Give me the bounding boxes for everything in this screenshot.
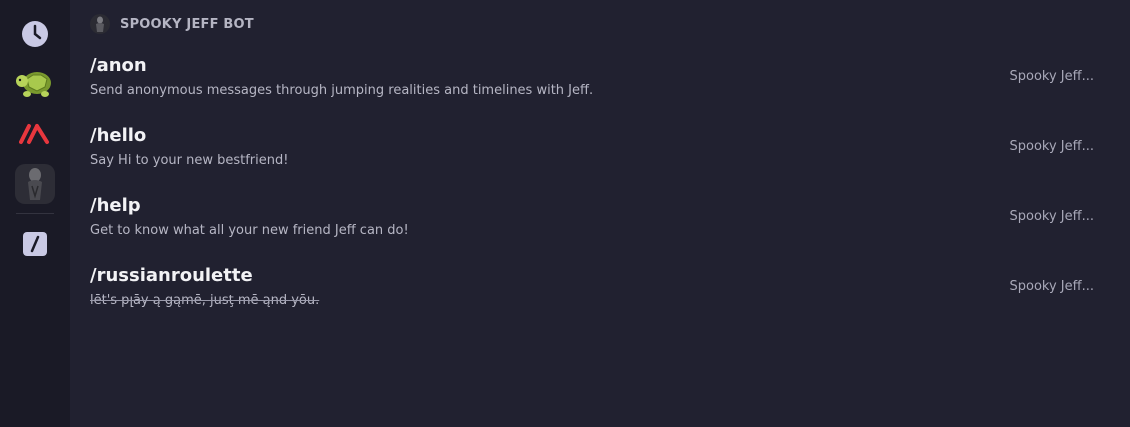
command-source: Spooky Jeff... xyxy=(1009,279,1095,294)
command-name: /russianroulette xyxy=(90,265,253,286)
command-description: Send anonymous messages through jumping … xyxy=(90,83,594,98)
app-rail xyxy=(0,0,70,427)
command-name: /help xyxy=(90,195,141,216)
command-name: /anon xyxy=(90,55,147,76)
slash-commands-icon[interactable] xyxy=(15,224,55,264)
command-row-russianroulette[interactable]: /russianroulette lēt's pլāy ą gąmē, jusţ… xyxy=(70,264,1130,334)
command-description: Get to know what all your new friend Jef… xyxy=(90,223,409,238)
command-name: /hello xyxy=(90,125,147,146)
turtle-app-icon[interactable] xyxy=(15,64,55,104)
command-source: Spooky Jeff... xyxy=(1009,69,1095,84)
recent-icon[interactable] xyxy=(15,14,55,54)
bot-avatar xyxy=(90,14,110,34)
spooky-jeff-app-icon[interactable] xyxy=(15,164,55,204)
command-source: Spooky Jeff... xyxy=(1009,139,1095,154)
command-list-panel: SPOOKY JEFF BOT /anon Send anonymous mes… xyxy=(70,0,1130,427)
section-title: SPOOKY JEFF BOT xyxy=(120,16,254,32)
command-row-help[interactable]: /help Get to know what all your new frie… xyxy=(70,194,1130,264)
command-row-anon[interactable]: /anon Send anonymous messages through ju… xyxy=(70,54,1130,124)
command-row-hello[interactable]: /hello Say Hi to your new bestfriend! Sp… xyxy=(70,124,1130,194)
section-header: SPOOKY JEFF BOT xyxy=(90,13,254,35)
rail-divider xyxy=(16,213,54,214)
command-source: Spooky Jeff... xyxy=(1009,209,1095,224)
command-description: lēt's pլāy ą gąmē, jusţ mē ąnd yōu. xyxy=(90,293,320,308)
command-picker: SPOOKY JEFF BOT /anon Send anonymous mes… xyxy=(0,0,1130,427)
red-stripes-app-icon[interactable] xyxy=(15,114,55,154)
command-description: Say Hi to your new bestfriend! xyxy=(90,153,289,168)
